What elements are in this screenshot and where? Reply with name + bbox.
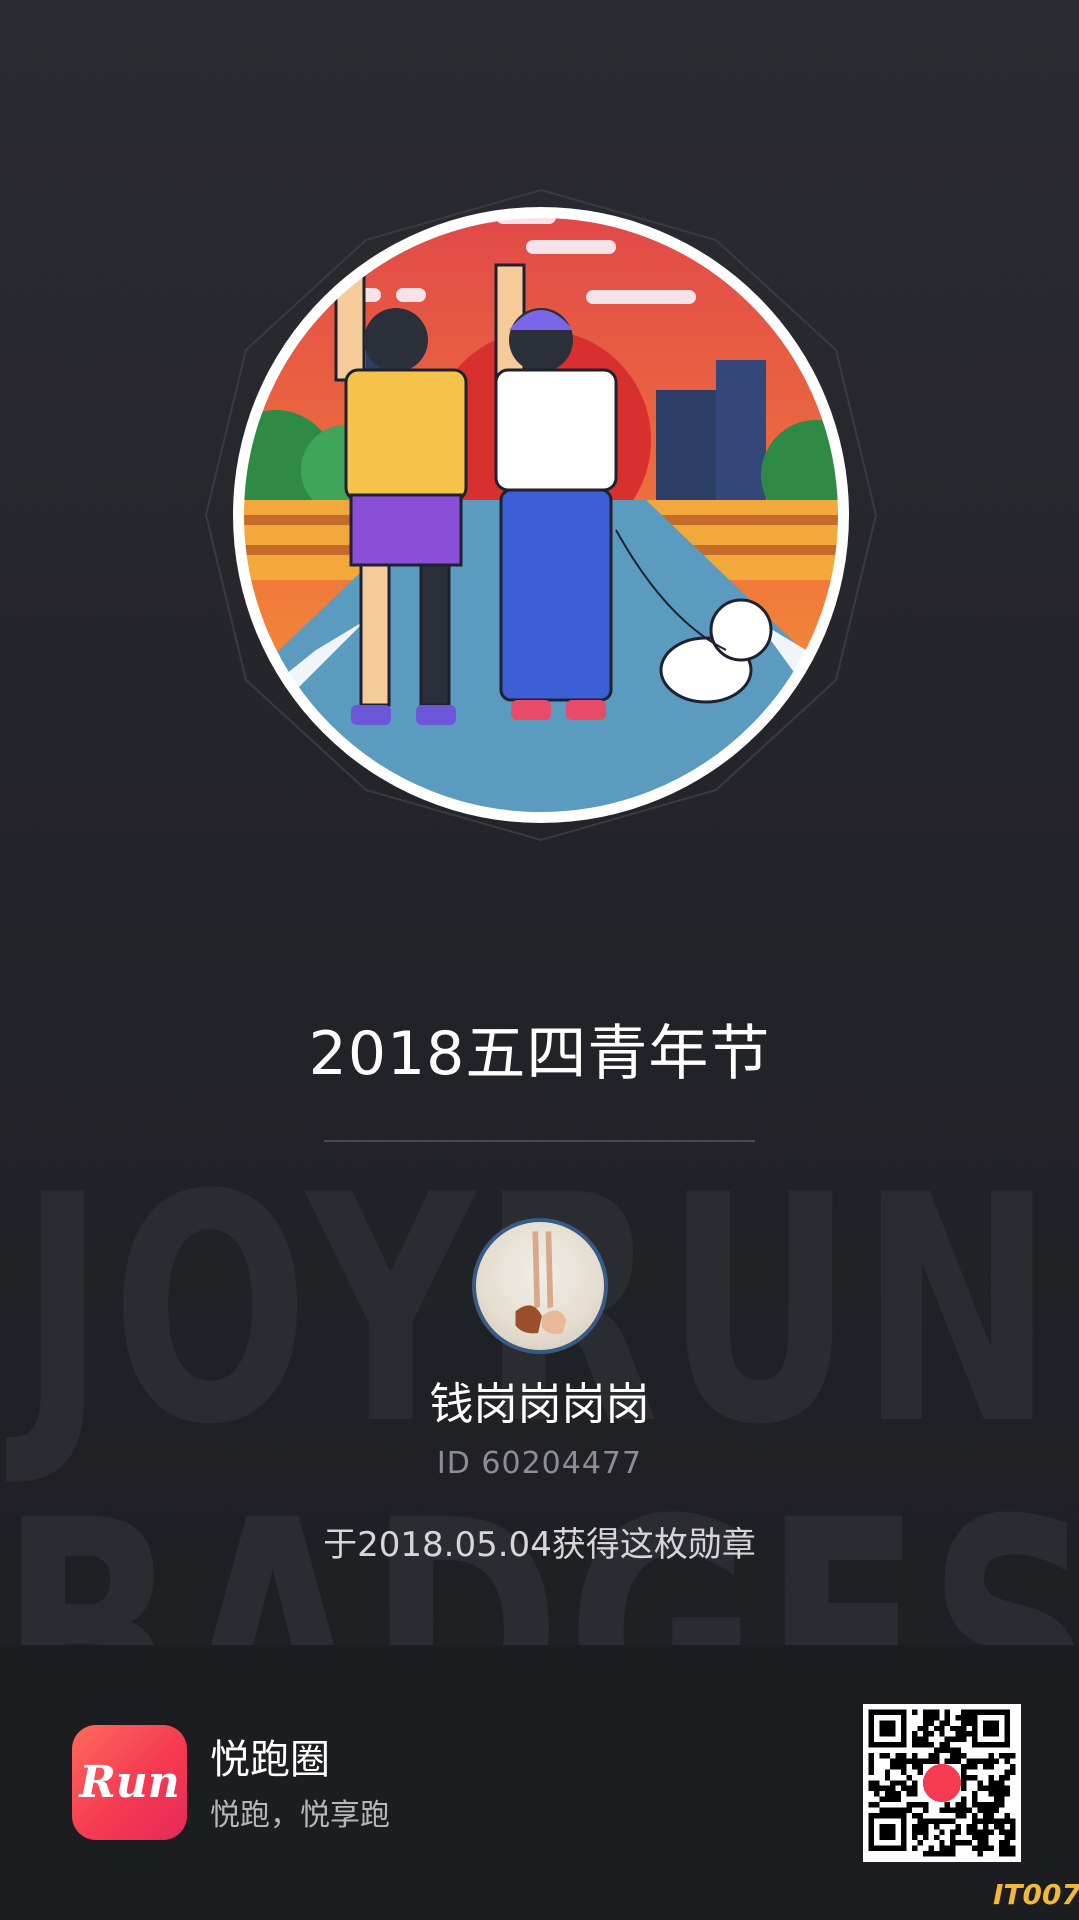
badge-illustration bbox=[196, 170, 886, 860]
app-name: 悦跑圈 bbox=[210, 1737, 330, 1783]
site-logo: IT007 bbox=[993, 1878, 1079, 1911]
badge-svg bbox=[204, 188, 878, 842]
avatar[interactable] bbox=[472, 1218, 608, 1354]
user-id: ID 60204477 bbox=[436, 1446, 643, 1481]
app-icon[interactable]: Run bbox=[72, 1725, 187, 1840]
avatar-image bbox=[515, 1231, 567, 1335]
earned-date-text: 于2018.05.04获得这枚勋章 bbox=[323, 1525, 756, 1565]
qr-code-graphic bbox=[863, 1704, 1021, 1862]
username: 钱岗岗岗岗 bbox=[429, 1379, 650, 1430]
qr-code-icon[interactable] bbox=[863, 1704, 1021, 1862]
app-slogan: 悦跑，悦享跑 bbox=[210, 1798, 390, 1833]
badge-title: 2018五四青年节 bbox=[308, 1019, 771, 1089]
